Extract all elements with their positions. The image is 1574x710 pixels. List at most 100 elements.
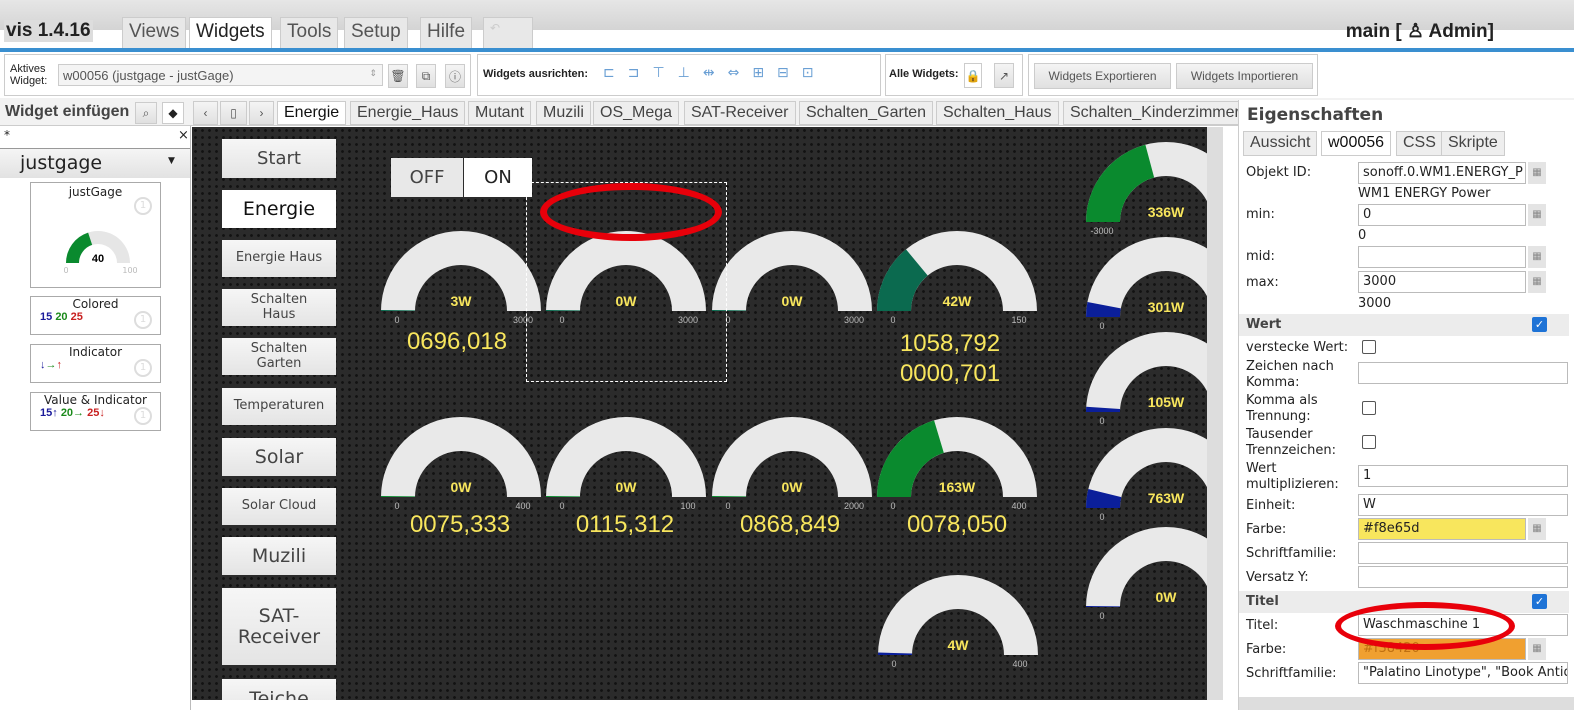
multiply-input[interactable]: 1 <box>1358 465 1568 487</box>
widget-set-select[interactable]: justgage ▼ <box>0 148 190 178</box>
nav-button[interactable]: Solar <box>222 438 336 476</box>
gauge-widget[interactable]: 763W010000 <box>1086 426 1223 526</box>
active-widget-label: Aktives Widget: <box>10 63 48 87</box>
view-tab[interactable]: Muzili <box>536 101 591 125</box>
switch-off-button[interactable]: OFF <box>391 158 463 197</box>
font-input[interactable] <box>1358 542 1568 564</box>
export-button[interactable]: Widgets Exportieren <box>1034 63 1171 89</box>
tab-css[interactable]: CSS <box>1396 131 1443 156</box>
widget-card-colored[interactable]: Colored 1 15 20 25 <box>30 296 161 335</box>
titel-font-input[interactable]: "Palatino Linotype", "Book Antiq <box>1358 662 1568 684</box>
gauge-widget[interactable]: 0W 0 2000 <box>712 415 872 515</box>
tab-scripts[interactable]: Skripte <box>1441 131 1505 156</box>
gauge-widget[interactable]: 301W05000 <box>1086 235 1223 335</box>
offset-input[interactable] <box>1358 566 1568 588</box>
hide-value-checkbox[interactable] <box>1362 340 1376 354</box>
max-input[interactable]: 3000 <box>1358 271 1526 293</box>
nav-button[interactable]: Start <box>222 139 336 178</box>
view-tab[interactable]: OS_Mega <box>593 101 680 125</box>
widget-card-value-indicator[interactable]: Value & Indicator 1 15↑ 20→ 25↓ <box>30 392 161 431</box>
gauge-widget[interactable]: 0W03000 <box>712 229 872 329</box>
gauge-widget[interactable]: 336W-30005000 <box>1086 140 1223 240</box>
nav-button[interactable]: Muzili <box>222 537 336 575</box>
thousands-checkbox[interactable] <box>1362 435 1376 449</box>
gauge-widget[interactable]: 0W 0 400 <box>381 415 541 515</box>
nav-button[interactable]: Schalten Garten <box>222 338 336 375</box>
switch-on-button[interactable]: ON <box>464 158 532 197</box>
next-view-icon[interactable]: › <box>249 101 274 125</box>
nav-button[interactable]: Temperaturen <box>222 388 336 425</box>
import-button[interactable]: Widgets Importieren <box>1176 63 1313 89</box>
widget-card-indicator[interactable]: Indicator 1 ↓→↑ <box>30 344 161 383</box>
lock-icon[interactable]: 🔒 <box>964 63 982 88</box>
value-mid: 20→ <box>60 407 85 419</box>
object-id-input[interactable]: sonoff.0.WM1.ENERGY_P <box>1358 162 1526 184</box>
widget-card-justgage[interactable]: justGage 1 40 0 100 <box>30 182 161 288</box>
nav-button[interactable]: Energie <box>222 190 336 228</box>
menu-setup[interactable]: Setup <box>344 17 408 48</box>
gauge-max: 3000 <box>844 315 864 325</box>
nav-button[interactable]: Schalten Haus <box>222 289 336 326</box>
checkbox-checked-icon[interactable]: ✓ <box>1532 317 1547 332</box>
color-picker-icon[interactable]: ▦ <box>1528 518 1546 540</box>
mid-browse-icon[interactable]: ▦ <box>1528 246 1546 268</box>
titel-color-picker-icon[interactable]: ▦ <box>1528 638 1546 660</box>
nav-button[interactable]: Teiche <box>222 679 336 700</box>
min-input[interactable]: 0 <box>1358 204 1526 226</box>
nav-button[interactable]: Solar Cloud <box>222 488 336 525</box>
highlight-ellipse <box>540 183 722 241</box>
max-browse-icon[interactable]: ▦ <box>1528 271 1546 293</box>
gauge-widget[interactable]: 3W 0 3000 <box>381 229 541 329</box>
active-widget-select[interactable]: w00056 (justgage - justGage) ⇕ <box>58 64 383 86</box>
tab-widget[interactable]: w00056 <box>1321 131 1392 156</box>
copy-icon[interactable]: ⧉ <box>416 64 436 88</box>
view-tab[interactable]: Energie <box>277 101 347 125</box>
gauge-widget[interactable]: 42W 0 150 <box>877 229 1037 329</box>
canvas-scrollbar[interactable] <box>1207 127 1223 700</box>
clear-filter-icon[interactable]: × <box>178 128 189 143</box>
horizontal-scrollbar[interactable] <box>1239 697 1574 710</box>
menu-views[interactable]: Views <box>122 17 187 48</box>
gauge-widget[interactable]: 4W 0 400 <box>878 573 1038 673</box>
user-info[interactable]: main [ ♙ Admin] <box>1346 20 1494 43</box>
gauge-widget[interactable]: 0W03000 <box>1086 525 1223 625</box>
section-wert[interactable]: Wert ✓ <box>1239 314 1569 336</box>
gauge-widget[interactable]: 0W 0 100 <box>546 415 706 515</box>
checkbox-checked-icon[interactable]: ✓ <box>1532 594 1547 609</box>
object-browse-icon[interactable]: ▦ <box>1528 162 1546 184</box>
view-tab[interactable]: SAT-Receiver <box>684 101 796 125</box>
trash-icon[interactable]: ▯ <box>220 101 247 125</box>
view-tab[interactable]: Mutant <box>468 101 531 125</box>
tab-aussicht[interactable]: Aussicht <box>1243 131 1318 156</box>
max-label: max: <box>1246 275 1279 290</box>
color-input[interactable]: #f8e65d <box>1358 518 1526 540</box>
tag-icon[interactable]: ◆ <box>162 102 184 124</box>
view-tab[interactable]: Schalten_Kinderzimmer <box>1063 101 1239 125</box>
decimals-input[interactable] <box>1358 362 1568 384</box>
gauge-min: 0 <box>890 315 895 325</box>
view-tab[interactable]: Schalten_Haus <box>936 101 1059 125</box>
undo-icon[interactable]: ↶ <box>483 17 533 48</box>
menu-tools[interactable]: Tools <box>280 17 339 48</box>
unit-input[interactable]: W <box>1358 494 1568 516</box>
prev-view-icon[interactable]: ‹ <box>193 101 218 125</box>
gauge-widget[interactable]: 105W05000 <box>1086 330 1223 430</box>
nav-button[interactable]: SAT-Receiver <box>222 588 336 665</box>
search-icon[interactable]: ⌕ <box>135 102 157 124</box>
view-tab[interactable]: Energie_Haus <box>350 101 466 125</box>
menu-hilfe[interactable]: Hilfe <box>420 17 473 48</box>
align-icons[interactable]: ⊏⊐⊤⊥⇹⇔⊞⊟⊡ <box>603 65 827 81</box>
external-link-icon[interactable]: ↗ <box>994 63 1014 88</box>
gauge-widget[interactable]: 163W 0 400 <box>877 415 1037 515</box>
min-browse-icon[interactable]: ▦ <box>1528 204 1546 226</box>
comma-checkbox[interactable] <box>1362 401 1376 415</box>
view-tab[interactable]: Schalten_Garten <box>799 101 934 125</box>
info-icon[interactable]: ⓘ <box>445 64 465 88</box>
gauge-value: 42W <box>943 293 973 309</box>
nav-button[interactable]: Energie Haus <box>222 240 336 277</box>
menu-widgets[interactable]: Widgets <box>189 17 272 48</box>
delete-icon[interactable]: 🗑 <box>388 64 408 88</box>
mid-input[interactable] <box>1358 246 1526 268</box>
filter-input[interactable]: * <box>4 128 10 142</box>
view-canvas[interactable]: Start Energie Energie Haus Schalten Haus Sch… <box>192 127 1223 700</box>
